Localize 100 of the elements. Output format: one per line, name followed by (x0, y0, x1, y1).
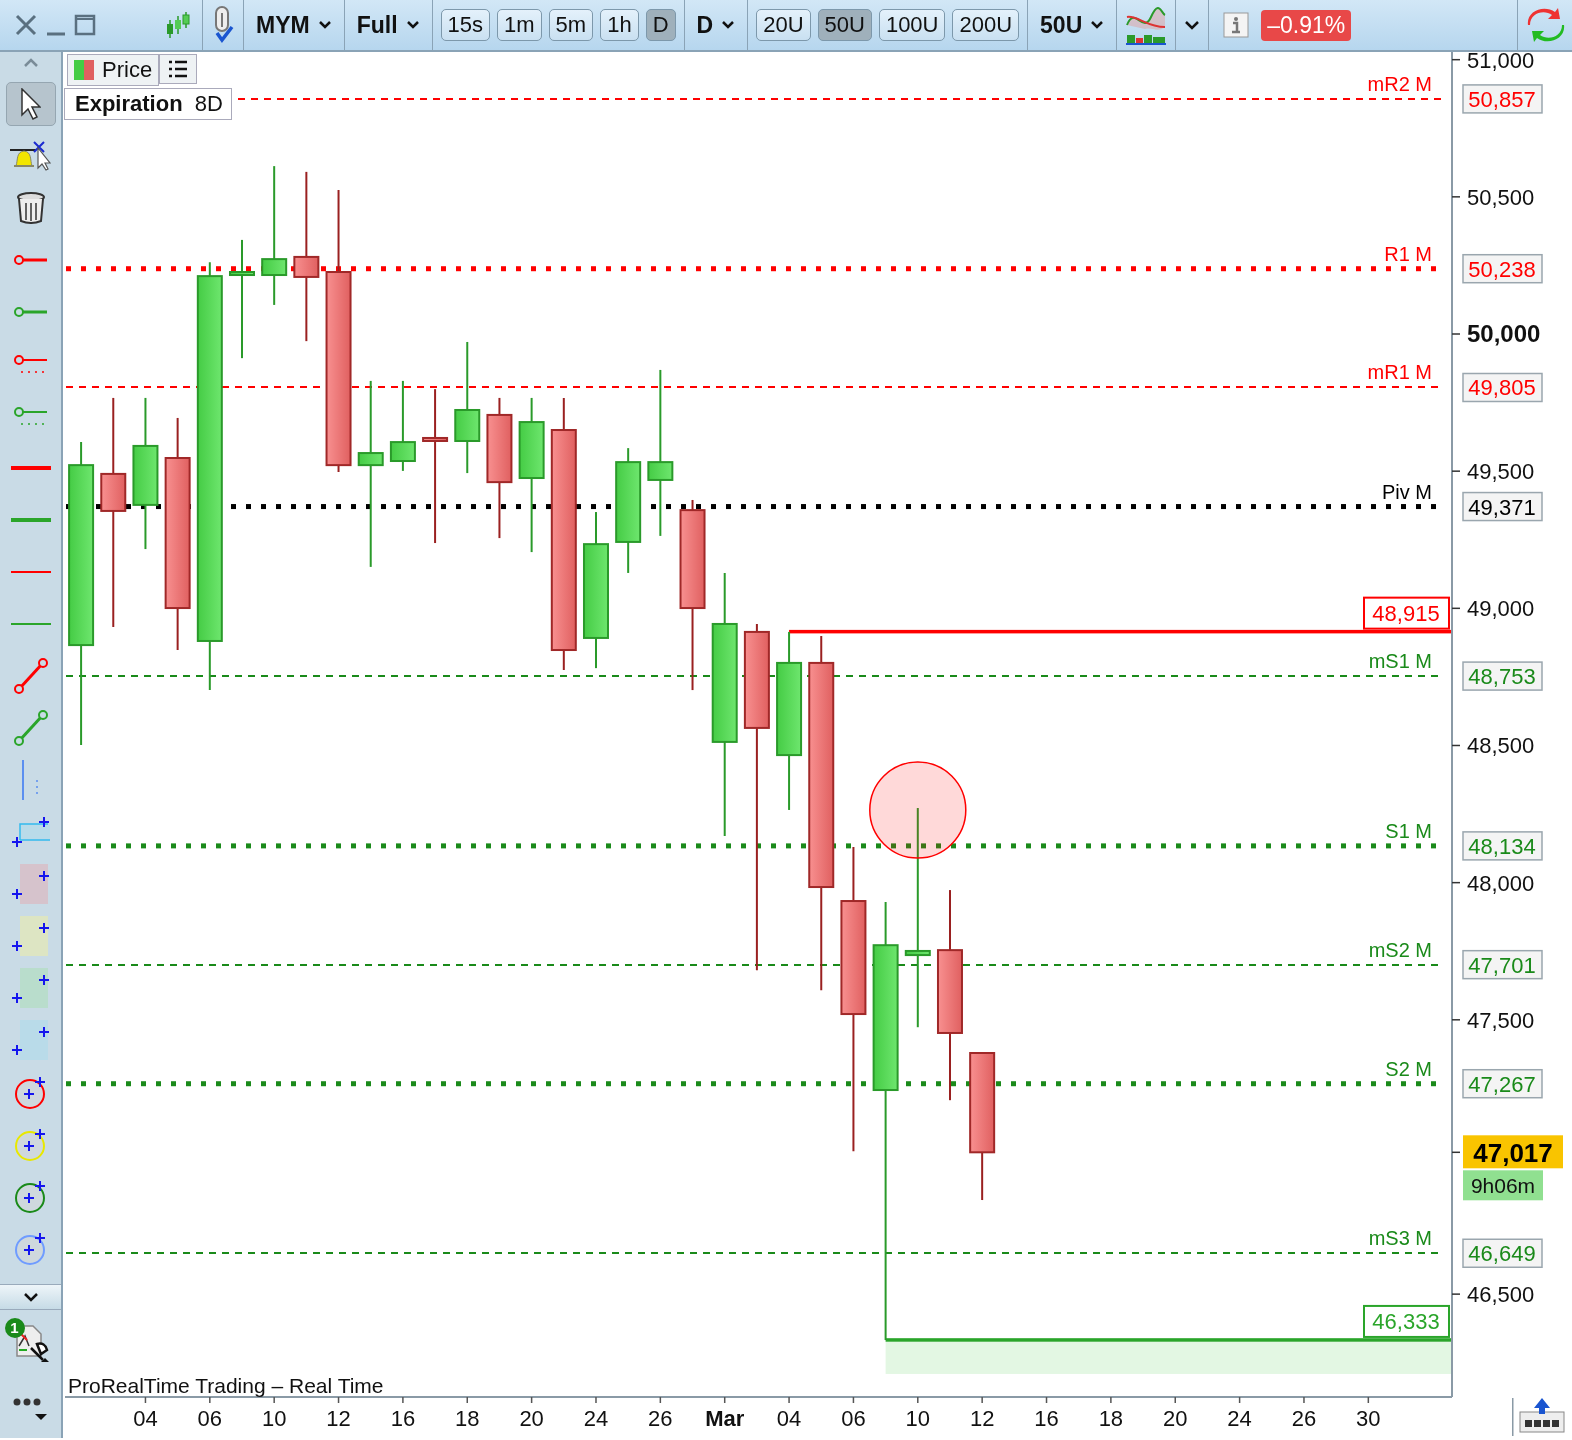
trash-icon (16, 192, 45, 224)
level-price: 48,753 (1462, 661, 1543, 691)
circle-icon (15, 1179, 46, 1213)
units-button[interactable]: 50U (817, 9, 872, 41)
level-label: mS3 M (1368, 1227, 1432, 1250)
price-axis-label: 50,000 (1467, 320, 1541, 347)
level-price: 49,805 (1462, 372, 1543, 403)
date-axis-label: 30 (1356, 1406, 1381, 1431)
date-axis-label: 16 (1034, 1406, 1059, 1431)
level-price: 49,371 (1462, 491, 1543, 522)
indicator-icon[interactable] (1125, 5, 1168, 45)
timeframe-button[interactable]: 5m (548, 9, 594, 41)
drawing-tool[interactable] (5, 82, 56, 126)
ray-icon (13, 255, 48, 265)
ray-icon (13, 354, 48, 374)
price-axis-label: 51,000 (1467, 52, 1535, 73)
circle-icon (15, 1231, 46, 1265)
date-axis-label: Mar (705, 1406, 745, 1431)
units-button[interactable]: 200U (952, 9, 1020, 41)
level-price: 50,857 (1462, 84, 1543, 114)
level-price: 50,238 (1462, 253, 1543, 284)
line-icon (10, 571, 51, 573)
price-legend-tab[interactable]: Price (67, 54, 160, 86)
date-axis-label: 24 (583, 1406, 609, 1431)
circle-icon (15, 1127, 46, 1161)
price-axis-label: 49,000 (1467, 596, 1535, 622)
bell-alert-icon (10, 141, 51, 171)
notification-badge: 1 (4, 1318, 25, 1338)
level-label: mS1 M (1368, 650, 1432, 673)
view-dropdown[interactable]: Full (352, 11, 424, 39)
info-icon[interactable] (1223, 12, 1250, 38)
timeframe-button[interactable]: 1h (600, 9, 639, 41)
price-axis-label: 48,500 (1467, 733, 1535, 759)
change-badge: –0.91% (1261, 9, 1352, 41)
platform-caption: ProRealTime Trading – Real Time (68, 1374, 384, 1398)
date-axis-label: 20 (1163, 1406, 1188, 1431)
rectangle-icon (10, 816, 51, 848)
caret-icon (1090, 20, 1105, 30)
zone-icon (11, 864, 50, 904)
last-price: 47,017 (1463, 1135, 1563, 1169)
date-axis-label: 20 (519, 1406, 544, 1431)
price-axis-label: 46,500 (1467, 1282, 1535, 1308)
expiration-label: Expiration 8D (64, 88, 232, 120)
vertical-line-icon (22, 760, 39, 800)
date-axis-label: 06 (841, 1406, 866, 1431)
level-price: 46,649 (1462, 1238, 1543, 1268)
symbol-dropdown[interactable]: MYM (252, 11, 336, 39)
units-button[interactable]: 100U (878, 9, 946, 41)
scroll-down-icon[interactable] (22, 1292, 39, 1302)
date-axis-label: 26 (648, 1406, 673, 1431)
price-axis-label: 48,000 (1467, 870, 1535, 896)
close-icon[interactable] (14, 13, 38, 37)
date-axis-label: 12 (969, 1406, 995, 1431)
units-button[interactable]: 20U (756, 9, 811, 41)
line-icon (10, 623, 51, 625)
level-label: R1 M (1384, 242, 1432, 265)
maximize-icon[interactable] (74, 14, 96, 36)
caret-icon[interactable] (1184, 19, 1201, 31)
zone-icon (11, 916, 50, 956)
date-axis-label: 16 (390, 1406, 416, 1431)
date-axis-label: 06 (197, 1406, 223, 1431)
cursor-icon (20, 88, 41, 120)
level-price: 47,701 (1462, 949, 1543, 980)
refresh-icon[interactable] (1526, 7, 1566, 43)
level-label: S1 M (1385, 819, 1432, 842)
ray-icon (13, 307, 48, 317)
timeframe-button[interactable]: 15s (440, 9, 491, 41)
level-label: mR1 M (1367, 361, 1432, 384)
timeframe-button[interactable]: D (645, 9, 676, 41)
level-label: Piv M (1382, 480, 1432, 503)
price-label: 46,333 (1363, 1304, 1450, 1338)
level-label: S2 M (1385, 1057, 1432, 1080)
candle-swatch-icon (74, 60, 94, 80)
date-axis-label: 10 (905, 1406, 931, 1431)
price-axis-label: 47,500 (1467, 1007, 1535, 1033)
caret-icon (721, 20, 736, 30)
date-axis-label: 26 (1291, 1406, 1317, 1431)
date-axis-label: 18 (1098, 1406, 1124, 1431)
date-axis-label: 12 (326, 1406, 351, 1431)
price-axis-label: 50,500 (1467, 184, 1535, 210)
zone-icon (11, 1020, 50, 1060)
caret-icon (405, 20, 420, 30)
countdown: 9h06m (1463, 1170, 1543, 1201)
date-axis-label: 18 (455, 1406, 480, 1431)
date-axis-label: 04 (776, 1406, 802, 1431)
segment-icon (13, 710, 48, 746)
level-label: mS2 M (1368, 938, 1432, 961)
segment-icon (13, 658, 48, 694)
zone-icon (11, 968, 50, 1008)
period-dropdown[interactable]: D (692, 11, 740, 39)
units-dropdown[interactable]: 50U (1036, 11, 1109, 39)
price-label: 48,915 (1363, 596, 1450, 630)
scroll-to-end-icon[interactable] (1519, 1398, 1565, 1433)
timeframe-button[interactable]: 1m (497, 9, 542, 41)
price-axis-label: 49,500 (1467, 459, 1535, 485)
date-axis-label: 04 (133, 1406, 158, 1431)
list-icon[interactable] (159, 54, 198, 84)
date-axis-label: 24 (1227, 1406, 1252, 1431)
circle-icon (15, 1075, 46, 1109)
level-label: mR2 M (1367, 72, 1432, 95)
